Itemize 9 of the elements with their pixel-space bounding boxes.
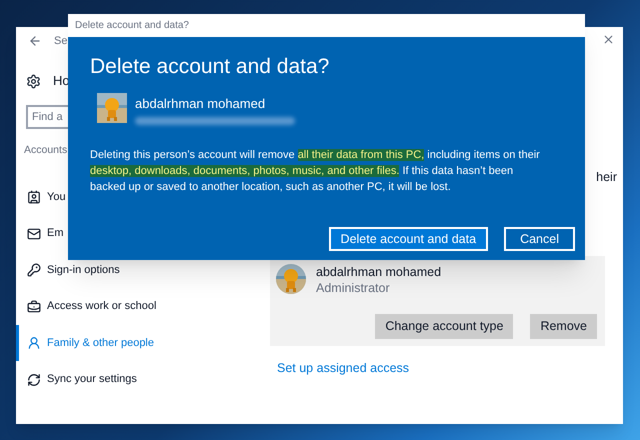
dialog-title: Delete account and data? bbox=[75, 19, 189, 33]
section-heading: Accounts bbox=[24, 143, 68, 158]
dialog-message: Deleting this person’s account will remove all their data from this PC, including items on their desktop, downloads, documents, photos, music, and other files. If this data hasn’t been backed up or saved to another location, such as another PC, it will be lost. bbox=[90, 148, 540, 195]
account-name: abdalrhman mohamed bbox=[316, 264, 442, 280]
window-title: Se bbox=[54, 34, 68, 49]
account-role: Administrator bbox=[316, 280, 391, 296]
dialog-heading: Delete account and data? bbox=[90, 54, 330, 80]
user-name: abdalrhman mohamed bbox=[135, 94, 266, 112]
content-text: heir bbox=[596, 169, 617, 186]
